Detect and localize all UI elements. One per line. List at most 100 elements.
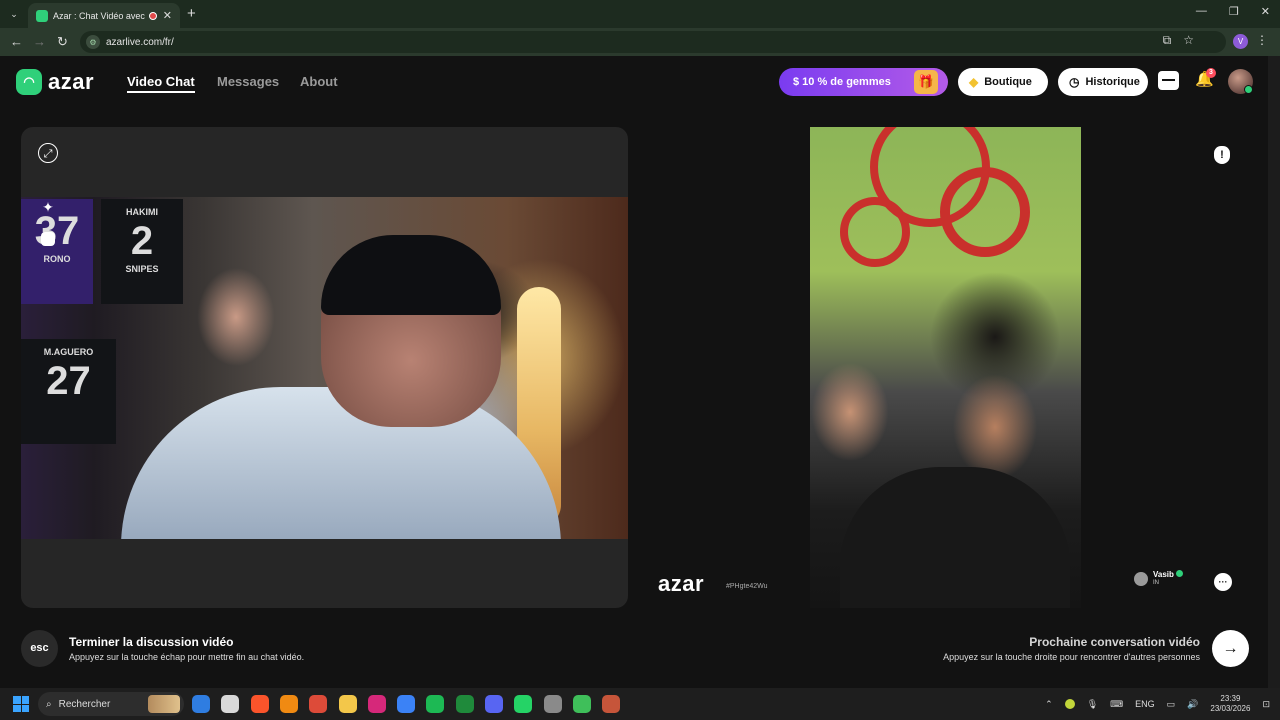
nav-messages[interactable]: Messages: [217, 74, 279, 89]
discord-icon[interactable]: [485, 695, 503, 713]
spotify-icon[interactable]: [426, 695, 445, 713]
chrome-profile-icon[interactable]: [602, 695, 621, 713]
wall-jersey: M.AGUERO 27: [21, 339, 116, 444]
file-explorer-icon[interactable]: [338, 695, 357, 713]
end-chat-title: Terminer la discussion vidéo: [69, 635, 234, 649]
windows-taskbar: ⌕ Rechercher ⌃ 🎙 ⌨ ENG ▭ 🔊 23:39 23/03/2…: [0, 688, 1280, 720]
chrome-icon[interactable]: [309, 695, 328, 713]
store-icon[interactable]: [397, 695, 416, 713]
azar-favicon: [36, 9, 48, 22]
bookmark-star-icon[interactable]: ☆: [1183, 33, 1194, 48]
url-text: azarlive.com/fr/: [106, 36, 174, 48]
close-window-button[interactable]: ✕: [1261, 5, 1270, 18]
browser-tab-strip: ⌄ Azar : Chat Vidéo avec de n ✕ + — ❐ ✕: [0, 0, 1280, 28]
chevron-up-icon[interactable]: ⌃: [1045, 699, 1053, 710]
files-app-icon[interactable]: [221, 695, 240, 713]
defender-icon[interactable]: [192, 695, 210, 713]
site-info-icon[interactable]: ⚙: [86, 35, 100, 49]
tab-close-icon[interactable]: ✕: [163, 9, 172, 22]
search-highlight-art: [148, 695, 180, 713]
inbox-box-icon[interactable]: [1158, 71, 1179, 90]
microphone-icon[interactable]: 🎙: [1087, 699, 1098, 710]
media-player-icon[interactable]: [572, 695, 591, 713]
chat-bubble-icon[interactable]: ···: [1214, 573, 1232, 591]
nav-video-chat[interactable]: Video Chat: [127, 74, 195, 93]
azar-logo-text: azar: [48, 69, 95, 94]
install-app-icon[interactable]: ⧉: [1163, 33, 1172, 48]
azar-logo[interactable]: ◠ azar: [16, 69, 94, 95]
maximize-button[interactable]: ❐: [1229, 5, 1239, 18]
network-icon[interactable]: ▭: [1167, 699, 1176, 710]
clock-icon: ◷: [1069, 75, 1080, 89]
system-tray: ⌃ 🎙 ⌨ ENG ▭ 🔊 23:39 23/03/2026 ⊡: [1045, 688, 1270, 720]
taskbar-search[interactable]: ⌕ Rechercher: [38, 692, 184, 716]
wall-ornament: [940, 167, 1030, 257]
next-chat-title: Prochaine conversation vidéo: [1029, 635, 1200, 649]
window-controls: — ❐ ✕: [1196, 5, 1270, 18]
gift-box-icon: 🎁: [914, 70, 938, 94]
tab-title: Azar : Chat Vidéo avec de n: [53, 10, 145, 21]
new-tab-button[interactable]: +: [187, 5, 196, 22]
expand-icon[interactable]: ⤢: [38, 143, 58, 163]
esc-key-button[interactable]: esc: [21, 630, 58, 667]
xbox-icon[interactable]: [455, 695, 474, 713]
instagram-icon[interactable]: [367, 695, 386, 713]
minimize-button[interactable]: —: [1196, 5, 1207, 18]
nav-about[interactable]: About: [300, 74, 338, 89]
clock-time: 23:39: [1220, 694, 1241, 703]
reload-button[interactable]: ↻: [57, 34, 68, 50]
forward-button[interactable]: →: [33, 34, 46, 49]
partner-camera-feed: [810, 127, 1081, 608]
partner-user-info[interactable]: Vasib IN: [1134, 570, 1183, 587]
self-video-panel: 37 RONO HAKIMI 2 SNIPES M.AGUERO 27 ⤢ ✦: [21, 127, 628, 608]
self-camera-feed: 37 RONO HAKIMI 2 SNIPES M.AGUERO 27: [21, 197, 628, 539]
windows-start-icon[interactable]: [13, 696, 29, 712]
partner-shirt: [840, 467, 1070, 608]
page-scrollbar[interactable]: [1268, 56, 1280, 688]
recording-indicator-icon: [148, 11, 157, 20]
browser-menu-icon[interactable]: ⋮: [1256, 33, 1268, 47]
app-tray-icon[interactable]: [1064, 699, 1075, 709]
boutique-button[interactable]: ◆ Boutique: [958, 68, 1048, 96]
historique-label: Historique: [1085, 76, 1140, 88]
partner-name: Vasib: [1153, 570, 1174, 579]
next-chat-button[interactable]: →: [1212, 630, 1249, 667]
browser-tab[interactable]: Azar : Chat Vidéo avec de n ✕: [28, 3, 180, 28]
boutique-label: Boutique: [984, 76, 1032, 88]
language-indicator[interactable]: ENG: [1135, 699, 1155, 709]
wall-ornament: [840, 197, 910, 267]
person-cap: [321, 235, 501, 315]
address-bar[interactable]: ⚙ azarlive.com/fr/: [80, 31, 1226, 53]
partner-video-panel: ! azar #PHgte42Wu Vasib IN: [644, 127, 1245, 608]
address-bar-actions: ⧉ ☆: [1163, 33, 1194, 48]
end-chat-description: Appuyez sur la touche échap pour mettre …: [69, 652, 305, 662]
keyboard-icon[interactable]: ⌨: [1110, 699, 1123, 710]
online-status-dot: [1244, 85, 1253, 94]
partner-country: IN: [1153, 580, 1159, 586]
search-icon: ⌕: [46, 698, 52, 710]
next-chat-description: Appuyez sur la touche droite pour rencon…: [943, 652, 1200, 662]
magic-wand-icon[interactable]: ✦: [38, 197, 58, 217]
back-button[interactable]: ←: [10, 34, 23, 49]
historique-button[interactable]: ◷ Historique: [1058, 68, 1148, 96]
browser-profile-avatar[interactable]: V: [1233, 34, 1248, 49]
azar-watermark: azar: [658, 571, 705, 596]
partner-avatar: [1134, 571, 1148, 586]
watermark-id: #PHgte42Wu: [726, 583, 768, 590]
gems-promo-label: $ 10 % de gemmes: [793, 76, 891, 88]
steam-icon[interactable]: [543, 695, 562, 713]
azar-logo-icon: ◠: [16, 69, 42, 95]
gems-promo-button[interactable]: $ 10 % de gemmes 🎁: [779, 68, 948, 96]
notification-center-icon[interactable]: ⊡: [1262, 699, 1270, 710]
wall-jersey: HAKIMI 2 SNIPES: [101, 199, 183, 304]
whatsapp-icon[interactable]: [514, 695, 533, 713]
vlc-icon[interactable]: [279, 695, 298, 713]
report-shield-icon[interactable]: !: [1214, 146, 1230, 164]
browser-toolbar: ← → ↻ ⚙ azarlive.com/fr/ ⧉ ☆ V ⋮: [0, 28, 1280, 56]
brave-icon[interactable]: [250, 695, 269, 713]
sticker-icon[interactable]: [38, 231, 58, 251]
taskbar-search-label: Rechercher: [58, 698, 111, 710]
tab-list-button[interactable]: ⌄: [6, 6, 22, 22]
volume-icon[interactable]: 🔊: [1187, 699, 1198, 710]
system-clock[interactable]: 23:39 23/03/2026: [1210, 694, 1250, 714]
